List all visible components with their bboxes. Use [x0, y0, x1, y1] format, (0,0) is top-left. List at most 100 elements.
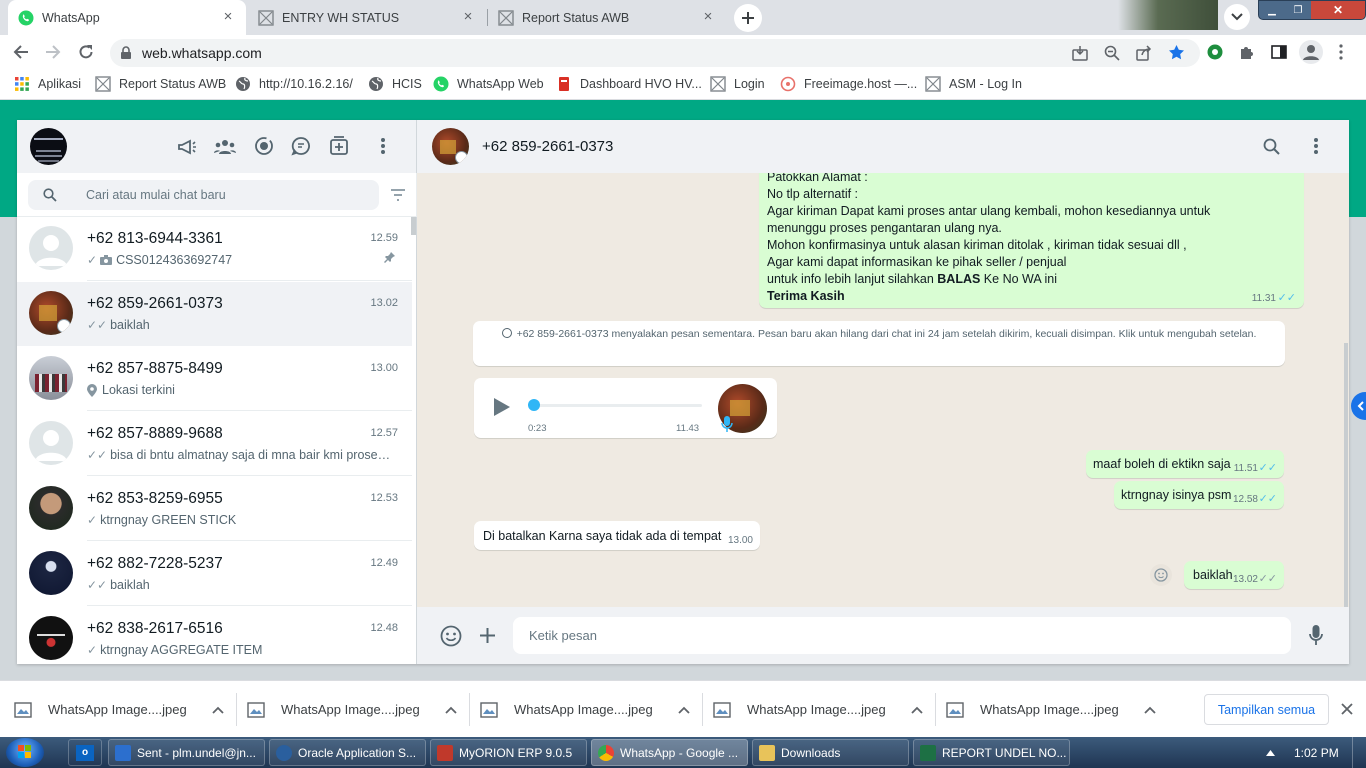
- search-input[interactable]: Cari atau mulai chat baru: [28, 180, 379, 210]
- close-icon[interactable]: [1341, 703, 1353, 715]
- taskbar-outlook[interactable]: o: [68, 739, 102, 766]
- outgoing-message[interactable]: maaf boleh di ektikn saja 11.51 ✓✓: [1086, 450, 1284, 478]
- chat-list-item-selected[interactable]: +62 859-2661-0373 13.02 ✓✓ baiklah: [17, 282, 412, 346]
- taskbar-item[interactable]: Oracle Application S...: [269, 739, 426, 766]
- extensions-puzzle-icon[interactable]: [1239, 44, 1255, 60]
- taskbar-item[interactable]: Downloads: [752, 739, 909, 766]
- outgoing-message[interactable]: ktrngnay isinya psm 12.58 ✓✓: [1114, 481, 1284, 509]
- chevron-up-icon[interactable]: [212, 706, 224, 714]
- chevron-up-icon[interactable]: [678, 706, 690, 714]
- back-arrow-icon[interactable]: [13, 44, 29, 60]
- channels-icon[interactable]: [291, 136, 311, 156]
- contact-avatar[interactable]: [432, 128, 469, 165]
- play-icon[interactable]: [493, 397, 511, 417]
- conversation-scrollbar[interactable]: [1344, 343, 1348, 607]
- tray-arrow-up-icon[interactable]: [1266, 750, 1275, 756]
- bookmark-dashboard-hvo[interactable]: Dashboard HVO HV...: [556, 76, 702, 92]
- profile-avatar[interactable]: [1299, 40, 1323, 64]
- preview-text: ktrngnay GREEN STICK: [100, 513, 237, 527]
- delivered-tick-icon: ✓✓: [87, 578, 108, 592]
- incoming-message[interactable]: Di batalkan Karna saya tidak ada di temp…: [474, 521, 760, 550]
- menu-dots-icon[interactable]: [1313, 137, 1319, 155]
- chat-list-item[interactable]: +62 838-2617-6516 12.48 ✓ ktrngnay AGGRE…: [17, 607, 412, 664]
- bookmark-ip-address[interactable]: http://10.16.2.16/: [235, 76, 353, 92]
- download-item[interactable]: WhatsApp Image....jpeg: [480, 681, 702, 738]
- filter-icon[interactable]: [390, 189, 406, 201]
- bookmark-apps[interactable]: Aplikasi: [14, 76, 81, 92]
- side-panel-icon[interactable]: [1271, 44, 1287, 60]
- tab-whatsapp[interactable]: WhatsApp ×: [8, 0, 246, 35]
- community-group-icon[interactable]: [214, 137, 236, 157]
- attach-plus-icon[interactable]: [479, 627, 496, 644]
- bookmark-report-status-awb[interactable]: Report Status AWB: [95, 76, 226, 92]
- download-item[interactable]: WhatsApp Image....jpeg: [713, 681, 935, 738]
- download-filename: WhatsApp Image....jpeg: [281, 702, 420, 717]
- zoom-icon[interactable]: [1104, 45, 1120, 61]
- download-item[interactable]: WhatsApp Image....jpeg: [14, 681, 236, 738]
- chrome-menu-icon[interactable]: [1338, 44, 1344, 60]
- emoji-icon[interactable]: [440, 625, 462, 647]
- taskbar-item[interactable]: MyORION ERP 9.0.5: [430, 739, 587, 766]
- minimize-button[interactable]: ▁: [1259, 1, 1285, 19]
- show-all-downloads-button[interactable]: Tampilkan semua: [1204, 694, 1329, 725]
- bookmark-hcis[interactable]: HCIS: [368, 76, 422, 92]
- chat-list-item[interactable]: +62 882-7228-5237 12.49 ✓✓ baiklah: [17, 542, 412, 606]
- react-button[interactable]: [1150, 564, 1172, 586]
- forward-arrow-icon[interactable]: [45, 44, 61, 60]
- chevron-up-icon[interactable]: [445, 706, 457, 714]
- tab-search-button[interactable]: [1224, 4, 1250, 30]
- address-bar[interactable]: web.whatsapp.com: [110, 39, 1200, 67]
- download-item[interactable]: WhatsApp Image....jpeg: [946, 681, 1168, 738]
- chat-list-item[interactable]: +62 853-8259-6955 12.53 ✓ ktrngnay GREEN…: [17, 477, 412, 541]
- close-tab-icon[interactable]: ×: [460, 9, 476, 25]
- tab-entry-wh-status[interactable]: ENTRY WH STATUS ×: [248, 0, 486, 35]
- chat-list-item[interactable]: +62 857-8875-8499 13.00 Lokasi terkini: [17, 347, 412, 411]
- taskbar-item[interactable]: REPORT UNDEL NO...: [913, 739, 1070, 766]
- search-icon[interactable]: [1263, 138, 1280, 155]
- show-desktop-button[interactable]: [1352, 737, 1366, 768]
- taskbar-item[interactable]: Sent - plm.undel@jn...: [108, 739, 265, 766]
- new-tab-button[interactable]: [734, 4, 762, 32]
- start-button[interactable]: [6, 738, 44, 767]
- bookmark-asm-login[interactable]: ASM - Log In: [925, 76, 1022, 92]
- close-tab-icon[interactable]: ×: [700, 9, 716, 25]
- chevron-up-icon[interactable]: [911, 706, 923, 714]
- bookmark-label: Aplikasi: [38, 77, 82, 91]
- incoming-voice-message[interactable]: 0:23 11.43: [474, 378, 777, 438]
- install-app-icon[interactable]: [1072, 45, 1088, 61]
- bookmark-login[interactable]: Login: [710, 76, 765, 92]
- conversation-header[interactable]: +62 859-2661-0373: [417, 120, 1349, 173]
- chat-list-item[interactable]: +62 857-8889-9688 12.57 ✓✓ bisa di bntu …: [17, 412, 412, 476]
- close-tab-icon[interactable]: ×: [220, 9, 236, 25]
- message-input[interactable]: Ketik pesan: [513, 617, 1291, 654]
- reload-icon[interactable]: [78, 44, 94, 60]
- maximize-button[interactable]: ❐: [1285, 1, 1311, 19]
- bookmark-freeimage[interactable]: Freeimage.host —...: [780, 76, 917, 92]
- voice-progress-track[interactable]: [532, 404, 702, 407]
- voice-progress-knob[interactable]: [528, 399, 540, 411]
- system-notice[interactable]: +62 859-2661-0373 menyalakan pesan semen…: [473, 321, 1285, 366]
- download-item[interactable]: WhatsApp Image....jpeg: [247, 681, 469, 738]
- bookmark-star-icon[interactable]: [1168, 44, 1185, 61]
- chat-list-scrollbar[interactable]: [411, 217, 416, 235]
- communities-megaphone-icon[interactable]: [177, 137, 197, 157]
- menu-dots-icon[interactable]: [380, 137, 386, 155]
- status-icon[interactable]: [254, 136, 274, 156]
- chevron-up-icon[interactable]: [1144, 706, 1156, 714]
- bookmark-whatsapp-web[interactable]: WhatsApp Web: [433, 76, 544, 92]
- message-line: Mohon konfirmasinya untuk alasan kiriman…: [767, 238, 1187, 252]
- search-placeholder: Cari atau mulai chat baru: [86, 188, 226, 202]
- taskbar-item-active[interactable]: WhatsApp - Google ...: [591, 739, 748, 766]
- new-chat-icon[interactable]: [329, 136, 349, 156]
- microphone-icon[interactable]: [1309, 625, 1323, 646]
- tab-report-status-awb[interactable]: Report Status AWB ×: [488, 0, 726, 35]
- clock[interactable]: 1:02 PM: [1294, 746, 1339, 760]
- outgoing-message[interactable]: baiklah 13.02 ✓✓: [1184, 561, 1284, 589]
- close-window-button[interactable]: ✕: [1311, 1, 1365, 19]
- taskbar-label: MyORION ERP 9.0.5: [459, 745, 573, 760]
- share-icon[interactable]: [1136, 45, 1152, 61]
- chat-list-item[interactable]: +62 813-6944-3361 12.59 ✓ CSS01243636927…: [17, 217, 412, 281]
- whatsapp-extension-icon[interactable]: [1207, 44, 1223, 60]
- my-profile-avatar[interactable]: [30, 128, 67, 165]
- outgoing-message[interactable]: Patokkan Alamat : No tlp alternatif : Ag…: [759, 173, 1304, 308]
